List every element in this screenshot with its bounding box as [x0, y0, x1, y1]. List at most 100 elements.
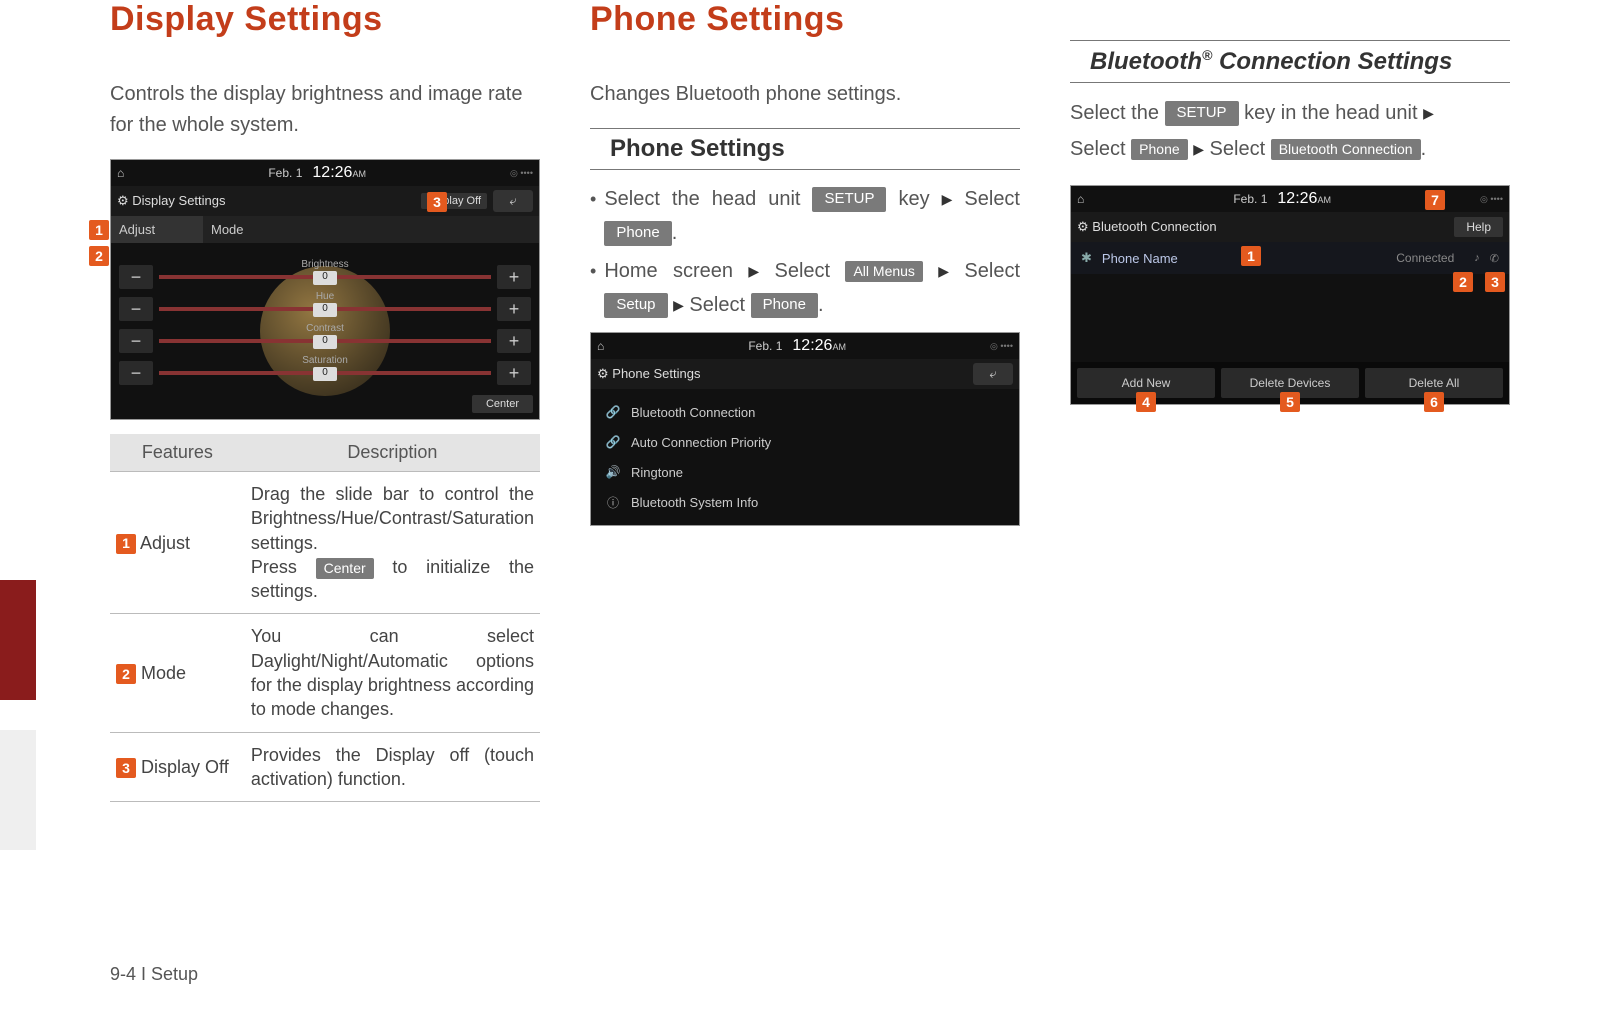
slider-value: 0: [313, 303, 337, 317]
plus-button[interactable]: +: [497, 361, 531, 385]
tab-mode[interactable]: Mode: [203, 216, 295, 243]
row-desc: Provides the Display off (touch activati…: [245, 732, 540, 802]
slider-value: 0: [313, 367, 337, 381]
row-name: Mode: [141, 663, 186, 683]
callout-7: 7: [1425, 190, 1445, 210]
callout-5: 5: [1280, 392, 1300, 412]
display-settings-column: Display Settings Controls the display br…: [110, 0, 540, 802]
phone-screenshot: ⌂ Feb. 1 12:26AM ◎ •••• ⚙ Phone Settings…: [590, 332, 1020, 526]
display-heading: Display Settings: [110, 0, 540, 39]
callout-3: 3: [427, 192, 447, 212]
music-icon: ♪: [1474, 252, 1480, 264]
plus-button[interactable]: +: [497, 329, 531, 353]
menu-item[interactable]: 🔗Bluetooth Connection: [591, 397, 1019, 427]
menu-item[interactable]: 🔗 Auto Connection Priority: [591, 427, 1019, 457]
ss-ampm: AM: [352, 169, 366, 179]
slider-label: Brightness: [301, 259, 348, 270]
th-description: Description: [245, 434, 540, 472]
center-button[interactable]: Center: [472, 395, 533, 413]
minus-button[interactable]: −: [119, 329, 153, 353]
slider-value: 0: [313, 335, 337, 349]
menu-item[interactable]: ⓘ Bluetooth System Info: [591, 487, 1019, 517]
row-badge: 2: [116, 664, 136, 684]
phone-intro: Changes Bluetooth phone settings.: [590, 79, 1020, 110]
minus-button[interactable]: −: [119, 361, 153, 385]
plus-button[interactable]: +: [497, 297, 531, 321]
slider-label: Contrast: [306, 323, 344, 334]
slider-value: 0: [313, 271, 337, 285]
delete-all-button[interactable]: Delete All6: [1365, 368, 1503, 398]
callout-6: 6: [1424, 392, 1444, 412]
callout-3: 3: [1485, 272, 1505, 292]
menu-label: Bluetooth Connection: [631, 405, 755, 420]
tab-adjust[interactable]: Adjust: [111, 216, 203, 243]
phone-settings-column: Phone Settings Changes Bluetooth phone s…: [590, 0, 1020, 802]
row-badge: 1: [116, 534, 136, 554]
menu-item[interactable]: 🔊 Ringtone: [591, 457, 1019, 487]
th-features: Features: [110, 434, 245, 472]
ss-time: 12:26: [1277, 190, 1317, 207]
menu-label: Ringtone: [631, 465, 683, 480]
delete-devices-button[interactable]: Delete Devices5: [1221, 368, 1359, 398]
help-button[interactable]: Help: [1454, 217, 1503, 237]
bt-instruction: Select the SETUP key in the head unit ▶ …: [1070, 95, 1510, 167]
setup-key: SETUP: [1165, 101, 1239, 126]
gear-icon: ⚙: [597, 366, 609, 381]
callout-1: 1: [89, 220, 109, 240]
signal-icon: ◎ ••••: [510, 168, 533, 179]
ss-time: 12:26: [792, 337, 832, 354]
signal-icon: ◎ ••••: [990, 341, 1013, 352]
plus-button[interactable]: +: [497, 265, 531, 289]
ss-date: Feb. 1: [1233, 192, 1267, 206]
ss-title: Phone Settings: [612, 366, 700, 381]
callout-2: 2: [89, 246, 109, 266]
home-icon: ⌂: [117, 166, 124, 180]
ss-ampm: AM: [1317, 195, 1331, 205]
row-desc: Drag the slide bar to control the Bright…: [245, 472, 540, 614]
chevron-right-icon: ▶: [1193, 137, 1204, 162]
slider-label: Saturation: [302, 355, 348, 366]
ss-title: Bluetooth Connection: [1092, 219, 1216, 234]
back-icon[interactable]: ⤶: [973, 363, 1013, 385]
back-icon[interactable]: ⤶: [493, 190, 533, 212]
menu-label: Auto Connection Priority: [631, 435, 771, 450]
phone-icon: ✆: [1490, 252, 1499, 265]
row-name: Display Off: [141, 757, 229, 777]
phone-bullet-1: Select the head unit SETUP key ▶ Select …: [590, 182, 1020, 250]
info-icon: ⓘ: [605, 494, 621, 510]
link-icon: 🔗: [605, 434, 621, 450]
features-table: FeaturesDescription 1 Adjust Drag the sl…: [110, 434, 540, 802]
home-icon: ⌂: [1077, 192, 1084, 206]
phone-bullet-2: Home screen ▶ Select All Menus ▶ Select …: [590, 254, 1020, 322]
paired-device-row[interactable]: ✱ Phone Name Connected ♪ ✆: [1071, 242, 1509, 274]
bluetooth-icon: ✱: [1081, 250, 1092, 266]
chevron-right-icon: ▶: [673, 294, 684, 318]
chevron-right-icon: ▶: [938, 260, 949, 284]
bt-heading: Bluetooth® Connection Settings: [1070, 40, 1510, 83]
setup-key: SETUP: [812, 187, 886, 212]
chevron-right-icon: ▶: [1423, 101, 1434, 126]
bluetooth-column: Bluetooth® Connection Settings Select th…: [1070, 0, 1510, 802]
add-new-button[interactable]: Add New4: [1077, 368, 1215, 398]
row-desc: You can select Daylight/Night/Automatic …: [245, 614, 540, 732]
sound-icon: 🔊: [605, 464, 621, 480]
menu-label: Bluetooth System Info: [631, 495, 758, 510]
ss-date: Feb. 1: [748, 339, 782, 353]
ss-ampm: AM: [832, 342, 846, 352]
ss-time: 12:26: [312, 164, 352, 181]
row-name: Adjust: [140, 533, 190, 553]
left-margin-decoration: [0, 580, 36, 1025]
callout-1: 1: [1241, 246, 1261, 266]
signal-icon: ◎ ••••: [1480, 194, 1503, 205]
device-name: Phone Name: [1102, 251, 1178, 266]
bt-screenshot: 7 1 2 3 ⌂ Feb. 1 12:26AM ◎ •••• ⚙ Blueto…: [1070, 185, 1510, 405]
minus-button[interactable]: −: [119, 265, 153, 289]
callout-4: 4: [1136, 392, 1156, 412]
ss-date: Feb. 1: [268, 166, 302, 180]
registered-icon: ®: [1202, 47, 1212, 63]
all-menus-key: All Menus: [845, 261, 922, 282]
setup-key: Setup: [604, 293, 667, 318]
phone-sub-heading: Phone Settings: [590, 128, 1020, 170]
minus-button[interactable]: −: [119, 297, 153, 321]
center-key: Center: [316, 558, 374, 579]
